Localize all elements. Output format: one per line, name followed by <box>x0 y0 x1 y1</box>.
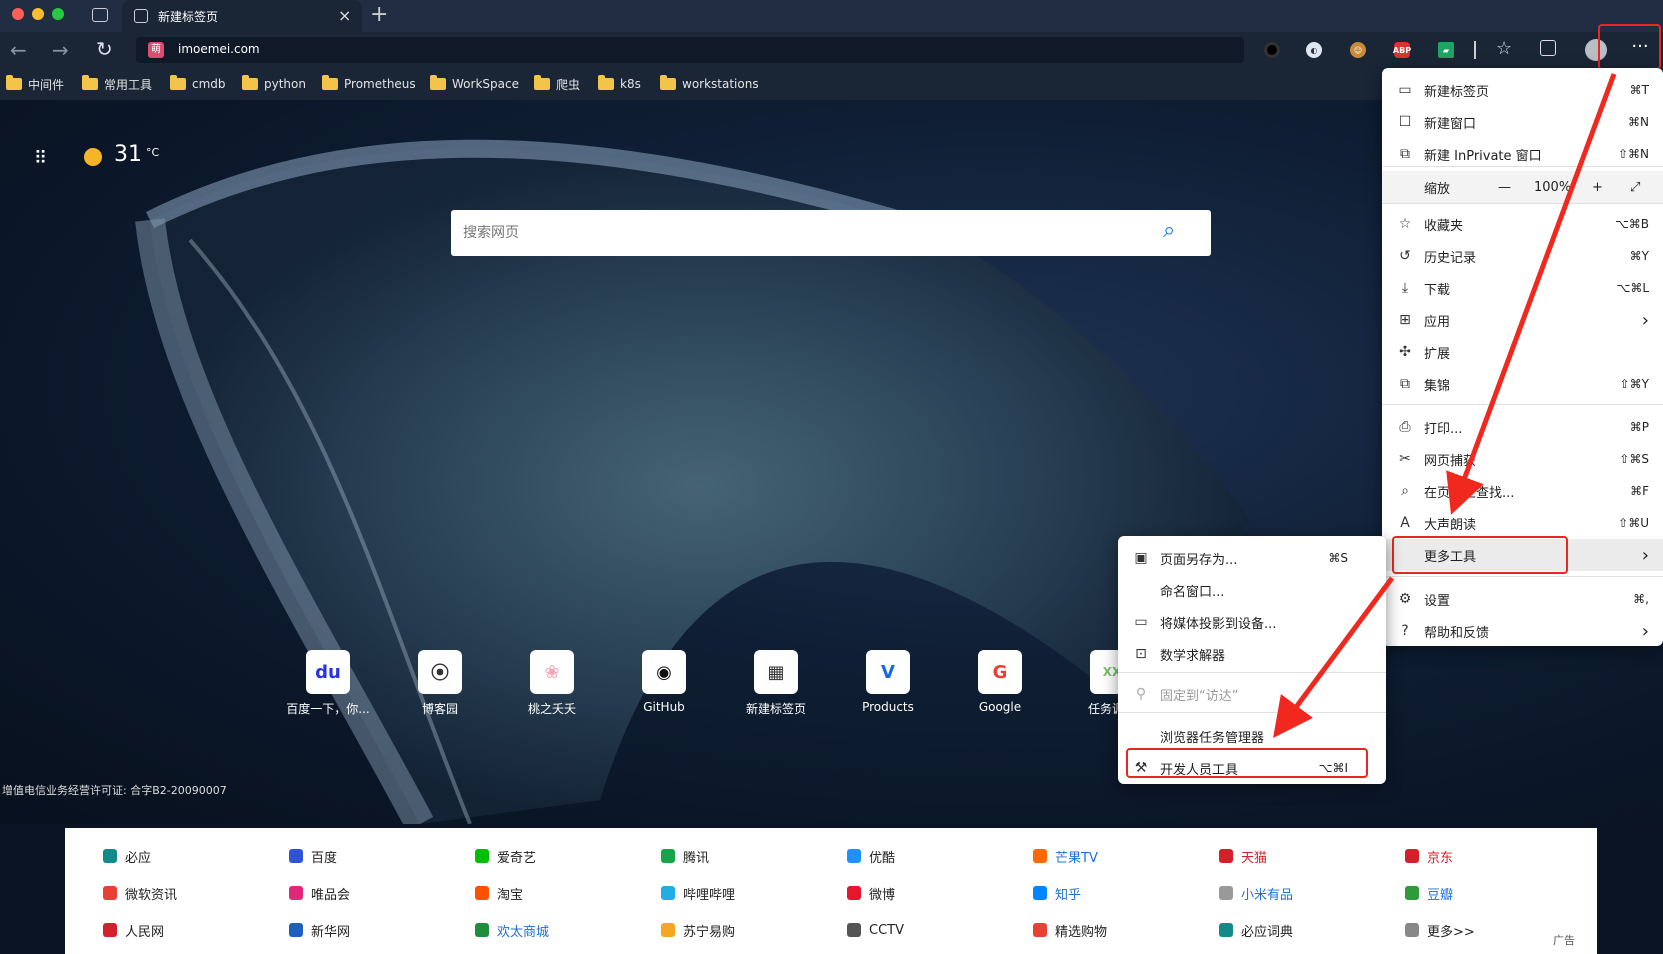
annotation-arrows <box>1273 73 1617 739</box>
arrow-to-more-tools <box>1446 73 1617 515</box>
arrow-to-devtools <box>1273 576 1395 739</box>
